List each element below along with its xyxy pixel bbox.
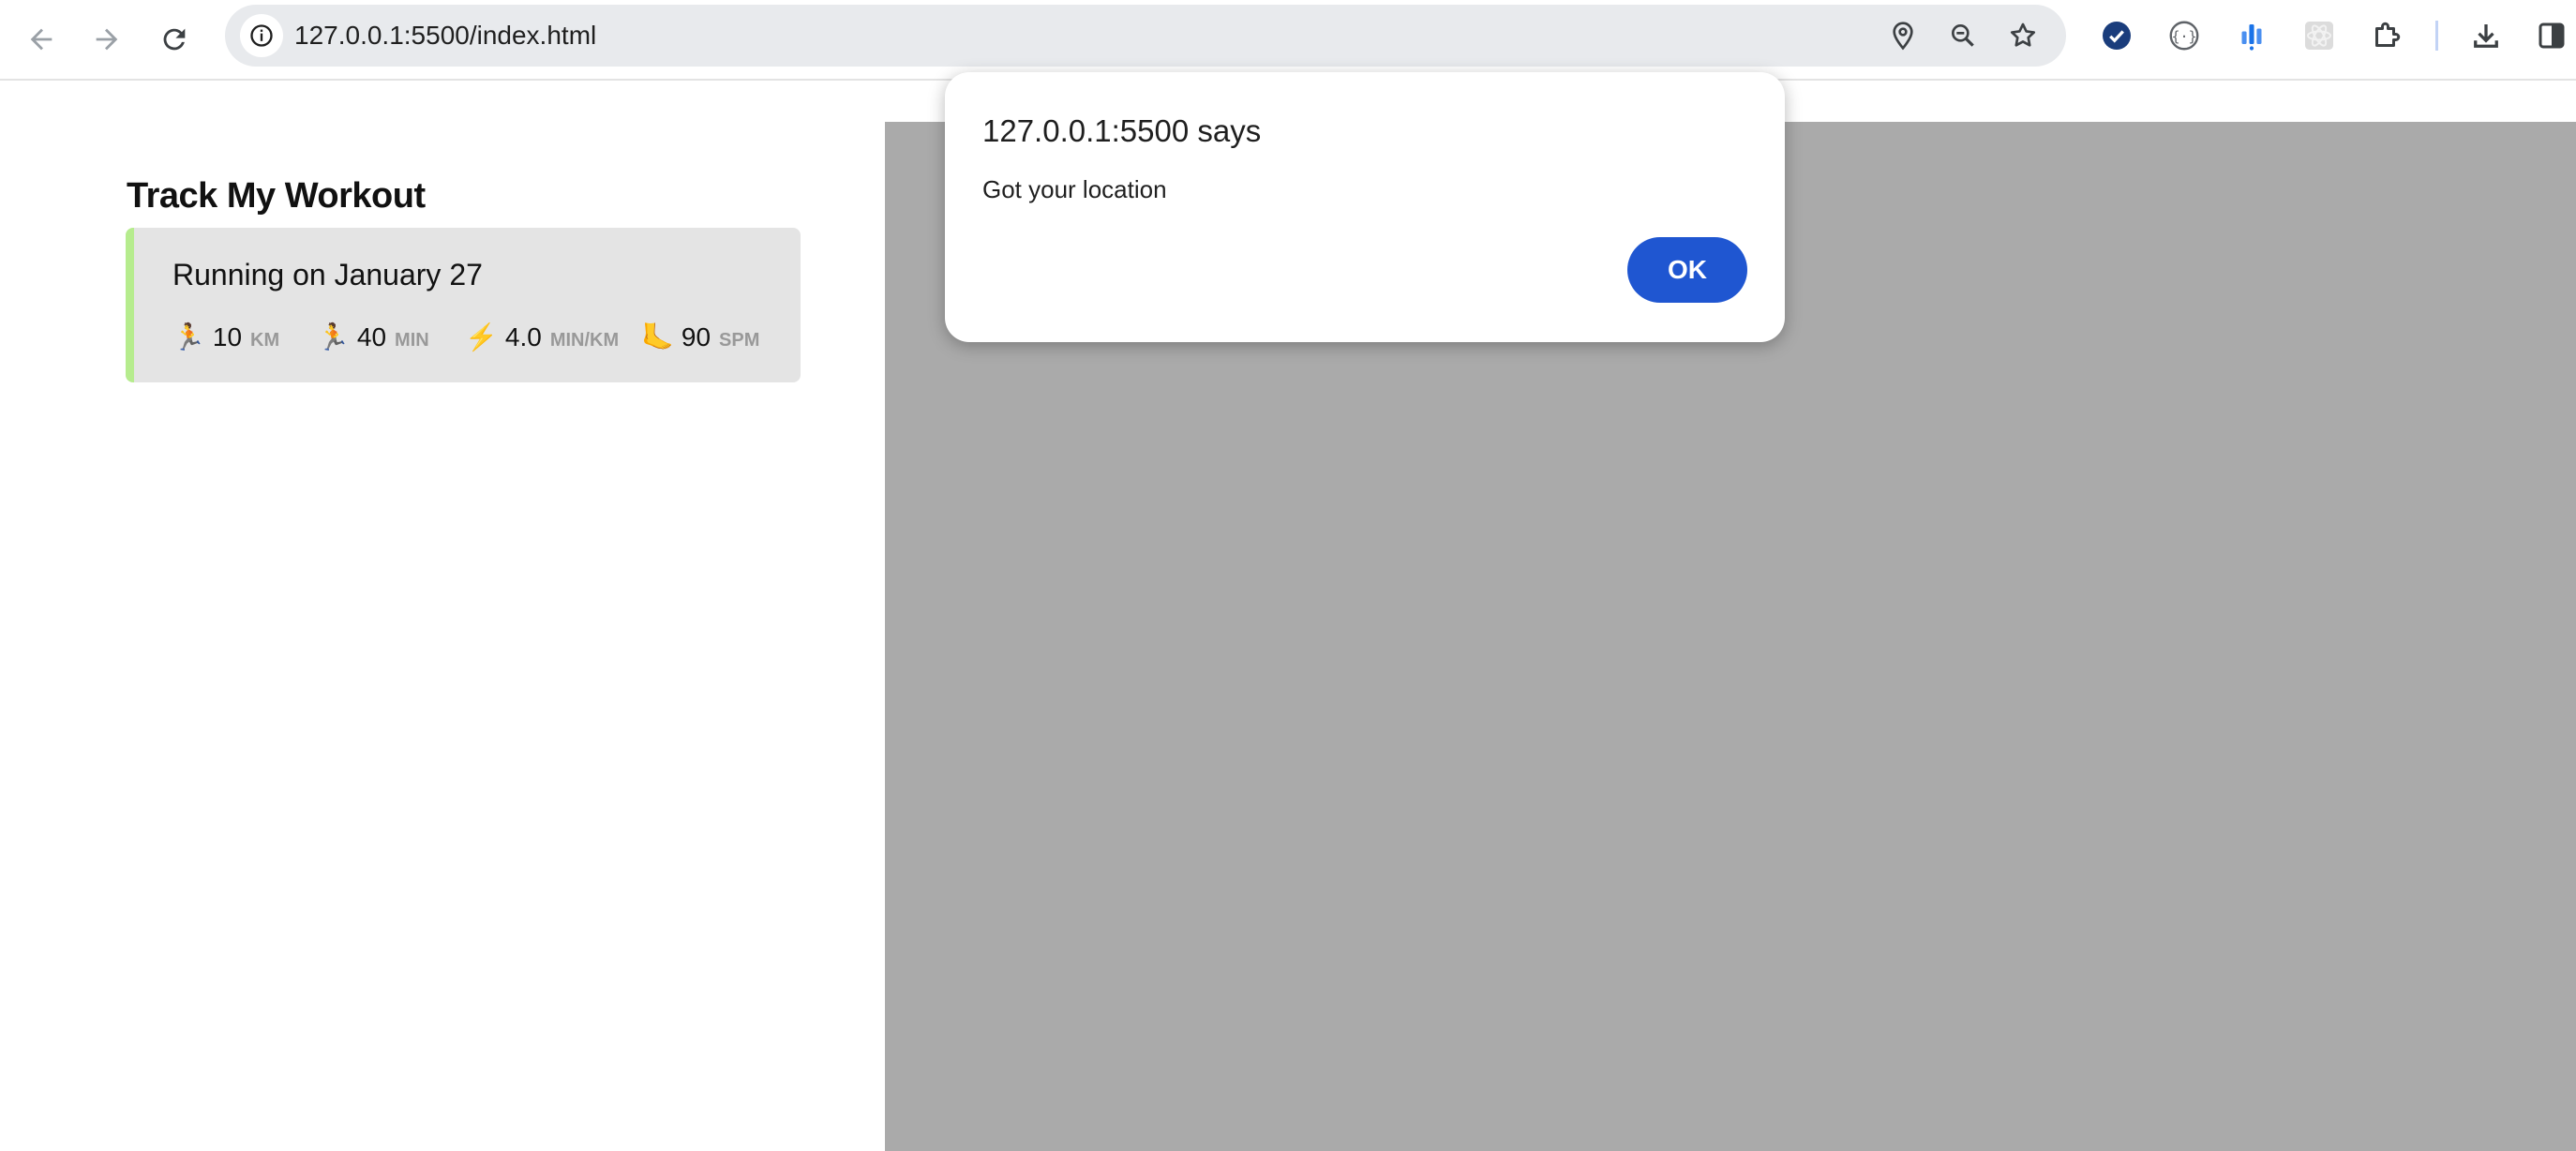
extension-bars-icon[interactable] bbox=[2231, 15, 2272, 56]
browser-toolbar: 127.0.0.1:5500/index.html {·} bbox=[0, 0, 2576, 81]
workout-title: Running on January 27 bbox=[172, 258, 483, 291]
zoom-out-icon[interactable] bbox=[1944, 17, 1982, 54]
download-icon[interactable] bbox=[2465, 15, 2507, 56]
ok-button[interactable]: OK bbox=[1627, 237, 1747, 303]
svg-text:{·}: {·} bbox=[2171, 28, 2196, 45]
arrow-left-icon bbox=[30, 28, 52, 51]
site-info-icon[interactable] bbox=[240, 14, 283, 57]
reload-icon bbox=[163, 28, 186, 51]
stat-unit: MIN/KM bbox=[549, 330, 620, 351]
reload-button[interactable] bbox=[148, 13, 201, 66]
location-pin-icon[interactable] bbox=[1884, 17, 1922, 54]
stat-cadence: 🦶 90 SPM bbox=[641, 321, 759, 352]
stat-distance: 🏃 10 KM bbox=[172, 321, 279, 352]
dialog-message: Got your location bbox=[982, 175, 1167, 203]
stat-duration: 🏃 40 MIN bbox=[317, 321, 429, 352]
stat-pace: ⚡ 4.0 MIN/KM bbox=[465, 321, 619, 352]
extension-braces-icon[interactable]: {·} bbox=[2164, 15, 2205, 56]
side-panel-icon[interactable] bbox=[2531, 15, 2572, 56]
lightning-icon: ⚡ bbox=[465, 322, 498, 351]
workout-card[interactable]: Running on January 27 🏃 10 KM 🏃 40 MIN ⚡… bbox=[126, 228, 801, 382]
stat-value: 10 bbox=[212, 322, 243, 351]
runner-icon: 🏃 bbox=[172, 322, 205, 351]
extension-check-icon[interactable] bbox=[2096, 15, 2137, 56]
arrow-right-icon bbox=[96, 28, 118, 51]
stat-value: 40 bbox=[356, 322, 387, 351]
alert-dialog: 127.0.0.1:5500 says Got your location OK bbox=[945, 72, 1785, 342]
extension-react-icon[interactable] bbox=[2299, 15, 2340, 56]
back-button[interactable] bbox=[15, 13, 67, 66]
foot-icon: 🦶 bbox=[641, 322, 674, 351]
stat-unit: MIN bbox=[395, 330, 429, 351]
page-title: Track My Workout bbox=[127, 176, 426, 216]
runner-icon: 🏃 bbox=[317, 322, 350, 351]
dialog-title: 127.0.0.1:5500 says bbox=[982, 113, 1262, 148]
stat-value: 4.0 bbox=[504, 322, 542, 351]
stat-unit: SPM bbox=[719, 330, 760, 351]
address-bar[interactable]: 127.0.0.1:5500/index.html bbox=[225, 5, 2066, 67]
workout-type-accent bbox=[126, 228, 134, 382]
stat-value: 90 bbox=[681, 322, 711, 351]
forward-button[interactable] bbox=[81, 13, 133, 66]
bookmark-star-icon[interactable] bbox=[2004, 17, 2042, 54]
url-text[interactable]: 127.0.0.1:5500/index.html bbox=[294, 5, 596, 67]
extensions-puzzle-icon[interactable] bbox=[2366, 15, 2407, 56]
toolbar-divider bbox=[2435, 21, 2438, 51]
stat-unit: KM bbox=[250, 330, 280, 351]
